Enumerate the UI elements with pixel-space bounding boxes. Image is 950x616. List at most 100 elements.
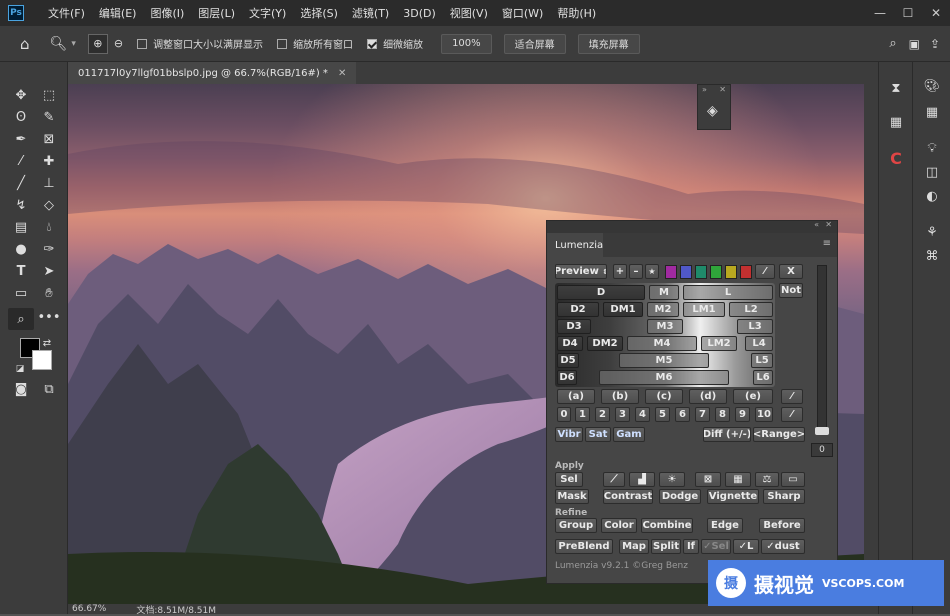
zone-number-7[interactable]: 7 (695, 407, 710, 422)
zone-number-6[interactable]: 6 (675, 407, 690, 422)
color-icon[interactable]: 🎨︎ (922, 76, 942, 96)
preblend-button[interactable]: PreBlend (555, 539, 613, 554)
menu-file[interactable]: 文件(F) (48, 5, 85, 21)
clone-stamp-tool-icon[interactable]: ⊥ (38, 174, 60, 192)
document-tab[interactable]: 011717l0y7llgf01bbslp0.jpg @ 66.7%(RGB/1… (68, 62, 357, 84)
zone-number-8[interactable]: 8 (715, 407, 730, 422)
minimize-button[interactable]: — (866, 3, 894, 23)
mask-icon-button[interactable]: ⊠ (695, 472, 721, 487)
zone-button-dm2[interactable]: DM2 (587, 336, 623, 351)
plugin-icon[interactable]: ▦ (886, 112, 906, 132)
healing-tool-icon[interactable]: ✚ (38, 152, 60, 170)
if-button[interactable]: If (683, 539, 699, 554)
zone-button-m[interactable]: M (649, 285, 679, 300)
zone-button-m3[interactable]: M3 (647, 319, 683, 334)
rect-icon-button[interactable]: ▭ (781, 472, 805, 487)
menu-3d[interactable]: 3D(D) (403, 7, 436, 20)
sel-button[interactable]: Sel (555, 472, 583, 487)
zone-number-2[interactable]: 2 (595, 407, 610, 422)
color-button[interactable]: Color (601, 518, 637, 533)
rectangle-tool-icon[interactable]: ▭ (10, 284, 32, 302)
paths-icon[interactable]: ⌘ (922, 246, 942, 266)
contrast-button[interactable]: Contrast (603, 489, 653, 504)
subtract-button[interactable]: – (629, 264, 643, 279)
share-icon[interactable]: ⇪ (930, 37, 940, 51)
check-l-button[interactable]: ✓L (733, 539, 759, 554)
history-icon[interactable]: ⧗ (886, 78, 906, 98)
lumenzia-tab[interactable]: Lumenzia (547, 233, 603, 257)
lumenzia-panel-header[interactable]: « ✕ (547, 220, 837, 233)
zone-button-b[interactable]: (b) (601, 389, 639, 404)
zone-button-d6[interactable]: D6 (557, 370, 577, 385)
range-button[interactable]: <Range> (753, 427, 805, 442)
edge-button[interactable]: Edge (707, 518, 743, 533)
c-plugin-icon[interactable]: C (886, 148, 906, 168)
slider-knob[interactable] (815, 427, 829, 435)
eyedropper-button-2[interactable]: ⁄ (781, 389, 803, 404)
zoom-value-button[interactable]: 100% (441, 33, 492, 54)
maximize-button[interactable]: ☐ (894, 3, 922, 23)
menu-filter[interactable]: 滤镜(T) (352, 5, 389, 21)
zone-button-d-letter[interactable]: (d) (689, 389, 727, 404)
diff-button[interactable]: Diff (+/-) (703, 427, 751, 442)
background-color-swatch[interactable] (32, 350, 52, 370)
zone-button-d3[interactable]: D3 (557, 319, 591, 334)
lasso-tool-icon[interactable]: ʘ (10, 108, 32, 126)
zone-button-lm1[interactable]: LM1 (683, 302, 725, 317)
path-select-tool-icon[interactable]: ➤ (38, 262, 60, 280)
quick-mask-icon[interactable]: ◙ (10, 380, 32, 398)
zone-button-c[interactable]: (c) (645, 389, 683, 404)
menu-layer[interactable]: 图层(L) (198, 5, 235, 21)
zoom-all-checkbox[interactable]: 缩放所有窗口 (277, 36, 353, 51)
close-window-button[interactable]: ✕ (922, 3, 950, 23)
zone-button-d2[interactable]: D2 (557, 302, 599, 317)
split-button[interactable]: Split (651, 539, 681, 554)
zone-number-9[interactable]: 9 (735, 407, 750, 422)
zone-button-e[interactable]: (e) (733, 389, 773, 404)
swap-colors-icon[interactable]: ⇄ (40, 334, 54, 352)
saturation-button[interactable]: Sat (585, 427, 611, 442)
zone-button-l2[interactable]: L2 (729, 302, 773, 317)
blur-tool-icon[interactable]: 💧︎ (38, 218, 60, 236)
close-mask-button[interactable]: X (779, 264, 803, 279)
panel-menu-icon[interactable]: ≡ (823, 238, 831, 249)
zone-button-l[interactable]: L (683, 285, 773, 300)
zone-button-m6[interactable]: M6 (599, 370, 729, 385)
opacity-slider[interactable] (817, 265, 827, 435)
history-brush-tool-icon[interactable]: ↯ (10, 196, 32, 214)
menu-help[interactable]: 帮助(H) (557, 5, 596, 21)
mask-button[interactable]: Mask (555, 489, 589, 504)
quick-select-tool-icon[interactable]: ✎ (38, 108, 60, 126)
menu-type[interactable]: 文字(Y) (249, 5, 286, 21)
map-button[interactable]: Map (619, 539, 649, 554)
frame-tool-icon[interactable]: ⊠ (38, 130, 60, 148)
swatch-magenta[interactable] (665, 265, 677, 279)
swatch-green[interactable] (710, 265, 722, 279)
vignette-button[interactable]: Vignette (707, 489, 759, 504)
zone-number-0[interactable]: 0 (557, 407, 571, 422)
fill-screen-button[interactable]: 填充屏幕 (577, 33, 640, 54)
zone-number-5[interactable]: 5 (655, 407, 670, 422)
workspace-icon[interactable]: ▣ (909, 37, 920, 51)
group-button[interactable]: Group (555, 518, 597, 533)
zone-button-d[interactable]: D (557, 285, 645, 300)
zone-button-l3[interactable]: L3 (737, 319, 773, 334)
learn-icon[interactable]: 💡︎ (922, 138, 942, 158)
adjustments-icon[interactable]: ◐ (922, 186, 942, 206)
pen-brush-tool-icon[interactable]: ✒ (10, 130, 32, 148)
add-button[interactable]: + (613, 264, 627, 279)
zone-number-10[interactable]: 10 (755, 407, 773, 422)
dodge-button[interactable]: Dodge (659, 489, 701, 504)
marquee-tool-icon[interactable]: ⬚ (38, 86, 60, 104)
eyedropper-button[interactable]: ⁄ (755, 264, 775, 279)
combine-button[interactable]: Combine (641, 518, 693, 533)
grid-icon-button[interactable]: ▦ (725, 472, 751, 487)
close-panel-icon[interactable]: ✕ (825, 220, 832, 229)
default-colors-icon[interactable]: ◪ (14, 360, 26, 378)
before-button[interactable]: Before (759, 518, 805, 533)
star-button[interactable]: ★ (645, 264, 659, 279)
gamma-button[interactable]: Gam (613, 427, 645, 442)
slider-value[interactable]: 0 (811, 443, 833, 457)
collapse-panel-icon[interactable]: « (814, 220, 819, 229)
search-icon[interactable]: ⌕ (889, 36, 896, 51)
